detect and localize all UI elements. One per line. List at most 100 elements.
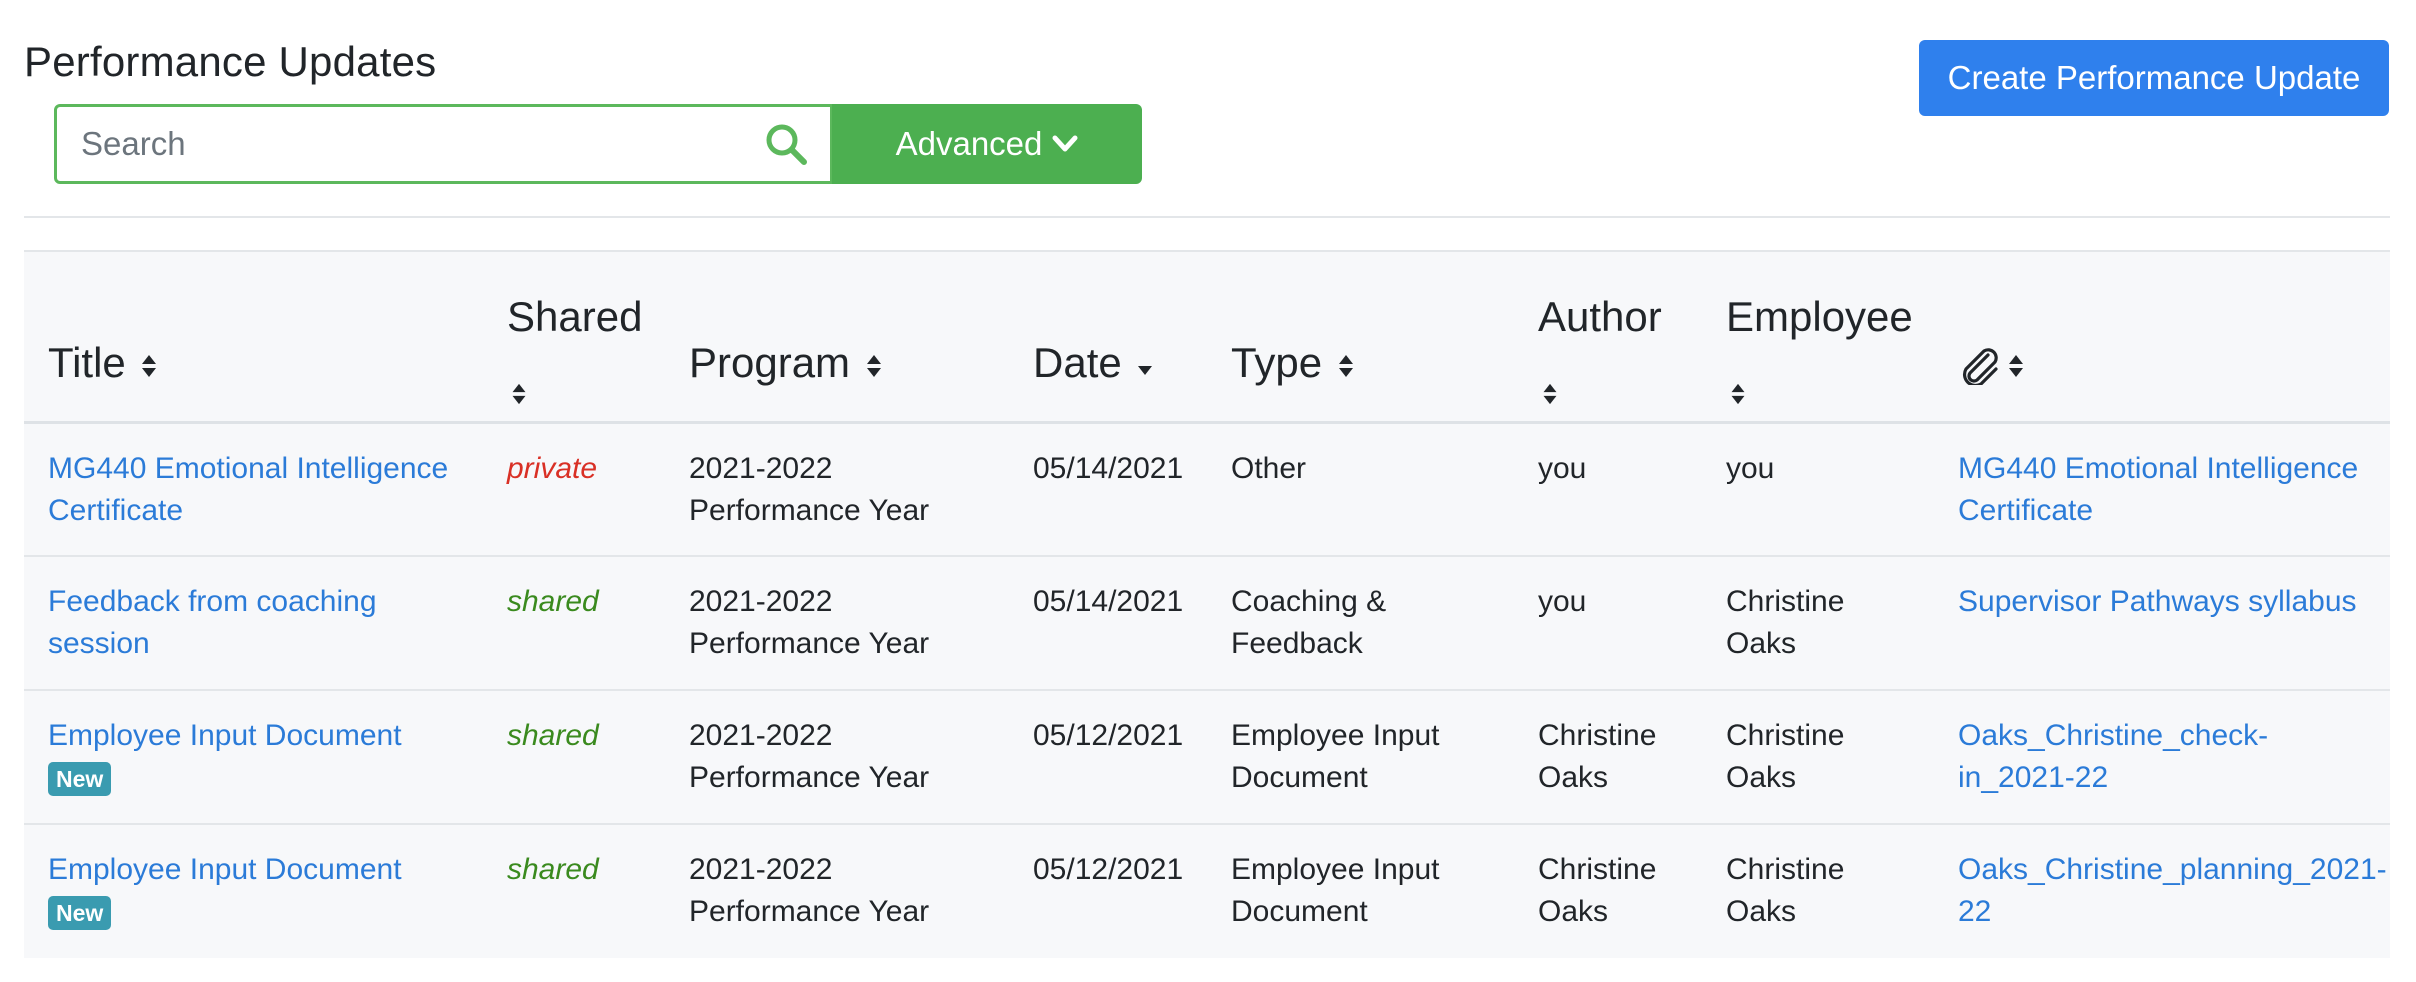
- author-text: you: [1538, 585, 1587, 618]
- cell-attachment: Oaks_Christine_check-in_2021-22: [1934, 690, 2390, 825]
- column-type-label: Type: [1231, 338, 1323, 386]
- cell-shared: shared: [483, 556, 665, 691]
- type-text: Employee Input Document: [1231, 853, 1440, 928]
- cell-attachment: Supervisor Pathways syllabus: [1934, 556, 2390, 691]
- cell-program: 2021-2022 Performance Year: [665, 422, 1009, 557]
- cell-date: 05/12/2021: [1009, 690, 1207, 825]
- program-text: 2021-2022 Performance Year: [689, 451, 930, 527]
- create-performance-update-button[interactable]: Create Performance Update: [1919, 40, 2389, 116]
- column-date-label: Date: [1033, 338, 1122, 386]
- column-header-date[interactable]: Date: [1009, 252, 1207, 424]
- cell-title: Feedback from coaching session: [24, 556, 483, 691]
- column-header-title[interactable]: Title: [24, 252, 483, 424]
- date-text: 05/14/2021: [1033, 585, 1184, 618]
- sort-icon[interactable]: [1338, 353, 1354, 379]
- paperclip-icon: [1962, 347, 1998, 387]
- table-row: Feedback from coaching session shared 2021…: [24, 556, 2390, 691]
- sort-icon[interactable]: [1730, 382, 1746, 406]
- attachment-link[interactable]: Oaks_Christine_check-in_2021-22: [1958, 719, 2268, 794]
- employee-text: you: [1726, 451, 1775, 485]
- cell-program: 2021-2022 Performance Year: [665, 690, 1009, 825]
- cell-title: Employee Input Document New: [24, 824, 483, 958]
- cell-shared: private: [483, 422, 665, 557]
- cell-attachment: Oaks_Christine_planning_2021-22: [1934, 824, 2390, 958]
- cell-author: Christine Oaks: [1514, 690, 1702, 825]
- column-header-employee[interactable]: Employee: [1702, 252, 1934, 424]
- cell-attachment: MG440 Emotional Intelligence Certificate: [1934, 422, 2390, 557]
- attachment-link[interactable]: Supervisor Pathways syllabus: [1958, 585, 2357, 618]
- performance-updates-page: Performance Updates Create Performance U…: [0, 0, 2416, 982]
- column-header-shared[interactable]: Shared: [483, 252, 665, 424]
- update-title-link[interactable]: Feedback from coaching session: [48, 585, 377, 660]
- cell-employee: Christine Oaks: [1702, 556, 1934, 691]
- sort-descending-icon[interactable]: [1137, 353, 1153, 379]
- column-program-label: Program: [689, 338, 851, 386]
- column-header-author[interactable]: Author: [1514, 252, 1702, 424]
- cell-date: 05/12/2021: [1009, 824, 1207, 958]
- cell-type: Employee Input Document: [1207, 824, 1514, 958]
- search-box: [54, 104, 833, 184]
- cell-author: Christine Oaks: [1514, 824, 1702, 958]
- column-author-label: Author: [1538, 292, 1662, 340]
- cell-date: 05/14/2021: [1009, 422, 1207, 557]
- shared-status: shared: [507, 719, 599, 752]
- date-text: 05/14/2021: [1033, 451, 1184, 485]
- sort-icon[interactable]: [866, 353, 882, 379]
- program-text: 2021-2022 Performance Year: [689, 719, 930, 794]
- search-icon[interactable]: [764, 122, 808, 166]
- type-text: Other: [1231, 451, 1307, 485]
- column-header-type[interactable]: Type: [1207, 252, 1514, 424]
- sort-icon[interactable]: [511, 382, 527, 406]
- shared-status: private: [507, 451, 598, 485]
- type-text: Coaching & Feedback: [1231, 585, 1387, 660]
- shared-status: shared: [507, 585, 599, 618]
- cell-type: Other: [1207, 422, 1514, 557]
- table-row: Employee Input Document New shared 2021-202…: [24, 690, 2390, 825]
- author-text: Christine Oaks: [1538, 853, 1657, 928]
- header-divider: [24, 216, 2390, 218]
- advanced-search-button[interactable]: Advanced: [832, 104, 1142, 184]
- column-header-program[interactable]: Program: [665, 252, 1009, 424]
- employee-text: Christine Oaks: [1726, 585, 1845, 660]
- cell-employee: Christine Oaks: [1702, 824, 1934, 958]
- cell-title: MG440 Emotional Intelligence Certificate: [24, 422, 483, 557]
- date-text: 05/12/2021: [1033, 719, 1184, 752]
- cell-type: Employee Input Document: [1207, 690, 1514, 825]
- sort-icon[interactable]: [141, 353, 157, 379]
- date-text: 05/12/2021: [1033, 853, 1184, 886]
- column-employee-label: Employee: [1726, 292, 1913, 340]
- column-header-attachment[interactable]: [1934, 252, 2390, 424]
- type-text: Employee Input Document: [1231, 719, 1440, 794]
- cell-date: 05/14/2021: [1009, 556, 1207, 691]
- author-text: Christine Oaks: [1538, 719, 1657, 794]
- sort-icon[interactable]: [2008, 353, 2024, 379]
- attachment-link[interactable]: MG440 Emotional Intelligence Certificate: [1958, 452, 2358, 527]
- new-badge: New: [48, 762, 112, 796]
- cell-program: 2021-2022 Performance Year: [665, 556, 1009, 691]
- cell-shared: shared: [483, 690, 665, 825]
- new-badge: New: [48, 896, 112, 930]
- chevron-down-icon: [1052, 135, 1078, 152]
- page-title: Performance Updates: [24, 38, 437, 85]
- column-title-label: Title: [48, 338, 126, 386]
- update-title-link[interactable]: Employee Input Document: [48, 853, 402, 886]
- cell-title: Employee Input Document New: [24, 690, 483, 825]
- table-header-row: Title Shared Program Date Type Author Em…: [24, 252, 2390, 424]
- program-text: 2021-2022 Performance Year: [689, 585, 930, 660]
- cell-type: Coaching & Feedback: [1207, 556, 1514, 691]
- search-input[interactable]: [57, 107, 764, 181]
- employee-text: Christine Oaks: [1726, 853, 1845, 928]
- shared-status: shared: [507, 853, 599, 886]
- advanced-label: Advanced: [895, 125, 1043, 162]
- sort-icon[interactable]: [1542, 382, 1558, 406]
- employee-text: Christine Oaks: [1726, 719, 1845, 794]
- update-title-link[interactable]: Employee Input Document: [48, 719, 402, 752]
- column-shared-label: Shared: [507, 292, 643, 340]
- table-row: Employee Input Document New shared 2021-202…: [24, 824, 2390, 958]
- cell-author: you: [1514, 422, 1702, 557]
- cell-author: you: [1514, 556, 1702, 691]
- attachment-link[interactable]: Oaks_Christine_planning_2021-22: [1958, 853, 2387, 928]
- cell-employee: you: [1702, 422, 1934, 557]
- cell-program: 2021-2022 Performance Year: [665, 824, 1009, 958]
- update-title-link[interactable]: MG440 Emotional Intelligence Certificate: [48, 452, 448, 527]
